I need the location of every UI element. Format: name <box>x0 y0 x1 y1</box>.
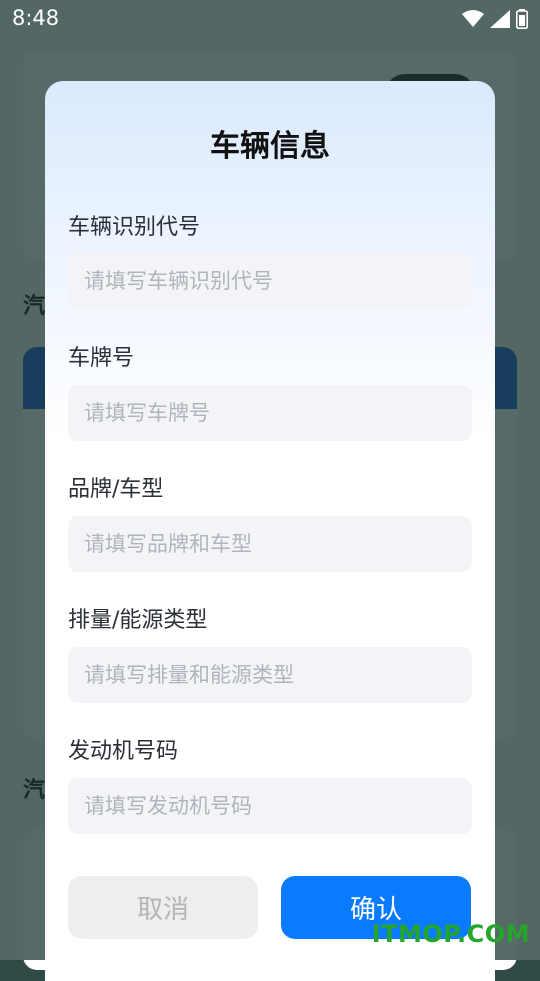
status-time: 8:48 <box>12 6 60 30</box>
displacement-energy-label: 排量/能源类型 <box>68 608 208 633</box>
plate-number-input[interactable] <box>68 385 472 441</box>
status-bar: 8:48 <box>0 0 540 38</box>
watermark: ITMOP.COM <box>371 920 530 948</box>
engine-number-input[interactable] <box>68 778 472 834</box>
vehicle-info-dialog: 车辆信息 车辆识别代号 车牌号 品牌/车型 排量/能源类型 发动机号码 取消 确… <box>45 81 495 981</box>
signal-icon <box>490 10 510 28</box>
vin-input[interactable] <box>68 253 472 309</box>
displacement-energy-input[interactable] <box>68 647 472 703</box>
vin-label: 车辆识别代号 <box>68 215 201 240</box>
brand-model-input[interactable] <box>68 516 472 572</box>
engine-number-label: 发动机号码 <box>68 739 179 764</box>
brand-model-label: 品牌/车型 <box>68 477 164 502</box>
wifi-icon <box>462 10 484 27</box>
status-icons <box>462 9 528 29</box>
dialog-title: 车辆信息 <box>210 129 330 164</box>
cancel-button[interactable]: 取消 <box>68 876 258 939</box>
battery-icon <box>516 9 528 29</box>
plate-number-label: 车牌号 <box>68 346 135 371</box>
